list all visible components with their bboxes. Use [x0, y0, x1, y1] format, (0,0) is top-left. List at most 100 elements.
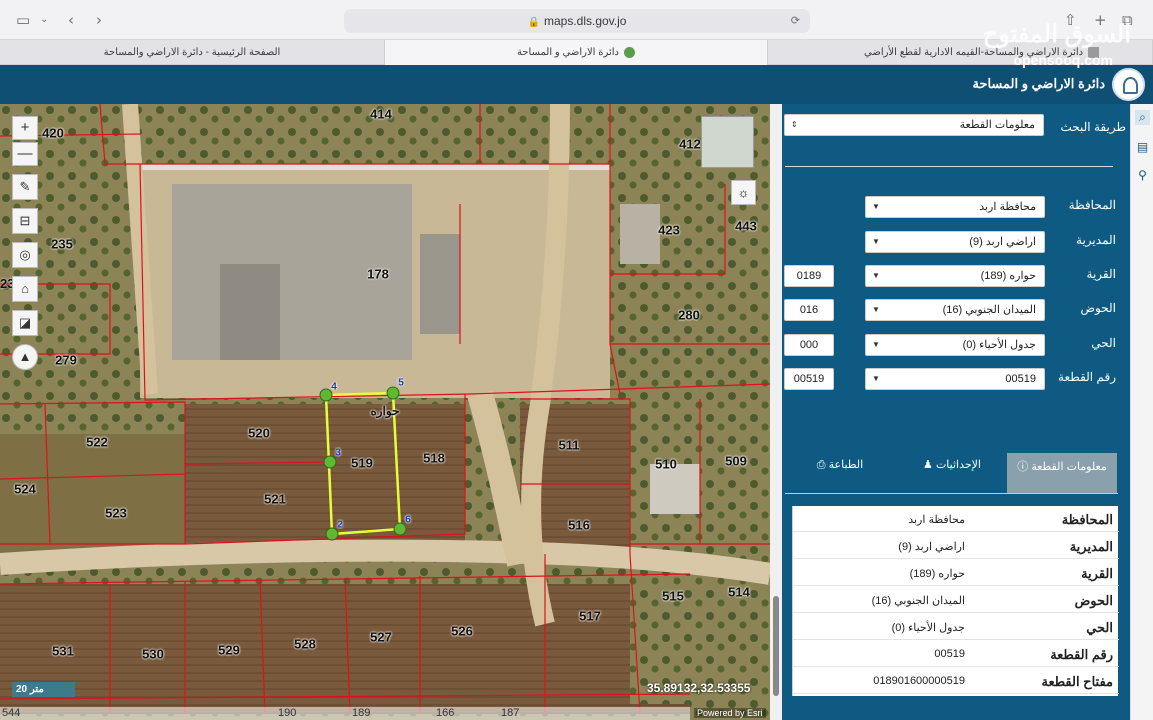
plot-number-code-input[interactable]: 00519	[784, 368, 834, 390]
plot-label-partial: 190	[278, 707, 297, 719]
scroll-thumb[interactable]	[773, 596, 779, 696]
select-value: حواره (189)	[980, 270, 1036, 282]
plot-label[interactable]: 516	[568, 518, 590, 533]
plot-label[interactable]: 235	[51, 237, 73, 252]
plot-label-partial: 544	[2, 707, 21, 719]
overview-map[interactable]	[701, 116, 754, 168]
tab-print[interactable]: ⎙ الطباعة	[785, 453, 895, 493]
plot-label[interactable]: 510	[655, 457, 677, 472]
updown-icon: ⇕	[791, 120, 798, 129]
measure-ruler-icon[interactable]: ⊟	[12, 208, 38, 234]
plot-label[interactable]: 528	[294, 637, 316, 652]
tab-maps[interactable]: دائرة الاراضي و المساحة	[385, 40, 768, 65]
plot-label[interactable]: 517	[579, 609, 601, 624]
vertex-label: 3	[335, 447, 341, 459]
plot-label[interactable]: 509	[725, 454, 747, 469]
panel-scrollbar[interactable]	[770, 104, 782, 720]
vertex-label: 2	[337, 519, 343, 531]
plot-label[interactable]: 443	[735, 219, 757, 234]
search-method-select[interactable]: ⇕ معلومات القطعة	[784, 114, 1044, 136]
plot-label[interactable]: 523	[105, 506, 127, 521]
tab-coordinates[interactable]: ♟ الإحداثيات	[897, 453, 1007, 493]
plot-label[interactable]: 530	[142, 647, 164, 662]
plot-label[interactable]: 518	[423, 451, 445, 466]
plot-label[interactable]: 527	[370, 630, 392, 645]
village-select[interactable]: ▼ حواره (189)	[865, 265, 1045, 287]
plot-label[interactable]: 514	[728, 585, 750, 600]
locate-target-icon[interactable]: ◎	[12, 242, 38, 268]
basin-code-input[interactable]: 016	[784, 299, 834, 321]
neighborhood-code-input[interactable]: 000	[784, 334, 834, 356]
plot-label[interactable]: 178	[367, 267, 389, 282]
table-row: مفتاح القطعة 018901600000519	[793, 668, 1119, 694]
plot-label[interactable]: 521	[264, 492, 286, 507]
search-method-label: طريقة البحث	[1060, 120, 1127, 134]
neighborhood-select[interactable]: ▼ جدول الأحياء (0)	[865, 334, 1045, 356]
draw-pencil-icon[interactable]: ✎	[12, 174, 38, 200]
governorate-select[interactable]: ▼ محافظة اربد	[865, 196, 1045, 218]
home-icon[interactable]: ⌂	[12, 276, 38, 302]
tab-label: الإحداثيات	[935, 459, 981, 471]
plot-label[interactable]: 520	[248, 426, 270, 441]
chevron-down-icon: ▼	[872, 237, 880, 246]
plot-label[interactable]: 280	[678, 308, 700, 323]
vertex-label: 6	[405, 514, 411, 526]
village-code-input[interactable]: 0189	[784, 265, 834, 287]
plot-label[interactable]: 524	[14, 482, 36, 497]
plot-label[interactable]: 529	[218, 643, 240, 658]
plot-label[interactable]: 522	[86, 435, 108, 450]
plot-label[interactable]: 414	[370, 107, 392, 122]
info-icon: ⓘ	[1017, 461, 1029, 473]
info-key: القرية	[1081, 566, 1113, 581]
chevron-down-icon[interactable]: ⌄	[40, 14, 48, 25]
tab-home[interactable]: الصفحة الرئيسية - دائرة الاراضي والمساحة	[0, 40, 385, 65]
directorate-select[interactable]: ▼ اراضي اربد (9)	[865, 231, 1045, 253]
chevron-down-icon: ▼	[872, 374, 880, 383]
divider	[785, 493, 1118, 494]
translate-icon[interactable]: ⟳	[791, 9, 800, 33]
plot-label-partial: 187	[501, 707, 520, 719]
plot-label[interactable]: 420	[42, 126, 64, 141]
select-value: معلومات القطعة	[959, 119, 1035, 131]
select-value: الميدان الجنوبي (16)	[942, 304, 1036, 316]
plot-label-partial: 189	[352, 707, 371, 719]
info-key: الحي	[1086, 620, 1113, 635]
lock-icon: 🔒	[527, 17, 540, 28]
search-panel: طريقة البحث ⇕ معلومات القطعة المحافظة ▼ مح…	[770, 104, 1130, 720]
field-label-governorate: المحافظة	[1068, 198, 1116, 212]
brightness-icon[interactable]: ☼	[731, 180, 756, 205]
plot-label[interactable]: 531	[52, 644, 74, 659]
esri-attribution[interactable]: Powered by Esri	[694, 708, 766, 718]
basin-select[interactable]: ▼ الميدان الجنوبي (16)	[865, 299, 1045, 321]
plot-number-select[interactable]: ▼ 00519	[865, 368, 1045, 390]
village-label: حواره	[370, 404, 400, 418]
info-value: جدول الأحياء (0)	[891, 622, 965, 634]
plot-label[interactable]: 511	[559, 438, 580, 453]
tab-plot-info[interactable]: ⓘ معلومات القطعة	[1007, 453, 1117, 493]
basemap-icon[interactable]: ◪	[12, 310, 38, 336]
location-pin-icon[interactable]: ⚲	[1135, 168, 1150, 183]
sidebar-toggle-icon[interactable]: ▭	[16, 11, 30, 29]
plot-label[interactable]: 515	[662, 589, 684, 604]
plot-label[interactable]: 423	[658, 223, 680, 238]
zoom-in-button[interactable]: +	[12, 116, 38, 140]
field-label-neighborhood: الحي	[1091, 336, 1116, 350]
address-bar[interactable]: 🔒 maps.dls.gov.jo ⟳	[344, 9, 810, 33]
zoom-out-button[interactable]: —	[12, 142, 38, 166]
plot-label[interactable]: 526	[451, 624, 473, 639]
info-value: محافظة اربد	[908, 514, 965, 526]
chevron-down-icon: ▼	[872, 340, 880, 349]
compass-icon[interactable]: ▲	[12, 344, 38, 370]
table-row: المديرية اراضي اربد (9)	[793, 533, 1119, 559]
plot-label[interactable]: 279	[55, 353, 77, 368]
plot-label[interactable]: 412	[679, 137, 701, 152]
forward-icon[interactable]: ›	[96, 11, 102, 29]
layers-icon[interactable]: ▤	[1135, 140, 1150, 155]
table-row: الحي جدول الأحياء (0)	[793, 614, 1119, 640]
plot-label-selected[interactable]: 519	[351, 456, 373, 471]
search-tool-icon[interactable]: ⌕	[1135, 110, 1150, 125]
dls-logo-icon	[1112, 68, 1145, 101]
back-icon[interactable]: ‹	[68, 11, 74, 29]
info-key: الحوض	[1074, 593, 1113, 608]
map-view[interactable]: 420 414 412 235 178 423 443 280 279 520 …	[0, 104, 770, 720]
